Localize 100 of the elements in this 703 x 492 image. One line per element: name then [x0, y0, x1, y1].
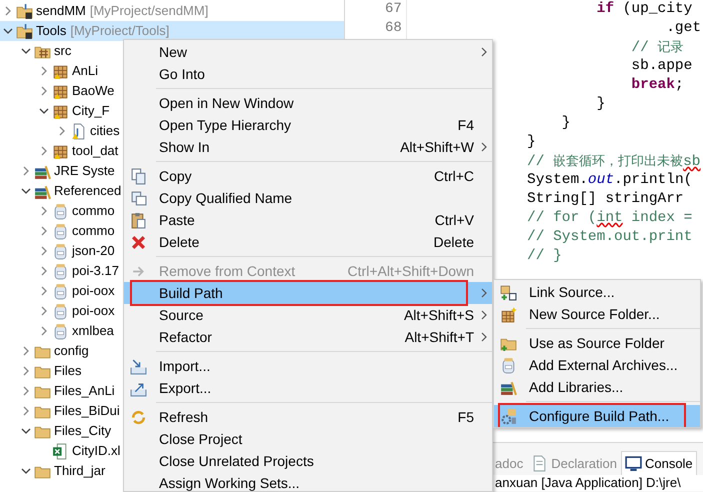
menu-item[interactable]: Import...	[124, 355, 492, 377]
shortcut-text: Ctrl+V	[434, 210, 474, 230]
tree-item[interactable]: src	[54, 41, 72, 61]
code-line: .get	[665, 20, 702, 36]
panel-tab[interactable]: Console	[620, 451, 697, 475]
line-number: 68	[385, 19, 402, 38]
menu-item: Remove from Context Ctrl+Alt+Shift+Down	[124, 260, 492, 282]
project-icon	[16, 2, 33, 20]
tree-item[interactable]: config	[54, 341, 89, 361]
tree-item[interactable]: commo	[72, 201, 115, 221]
delete-icon	[130, 234, 147, 250]
project-path: [MyProject/sendMM]	[90, 2, 208, 20]
menu-item[interactable]: Open Type Hierarchy F4	[124, 114, 492, 136]
monitor-icon	[624, 455, 642, 472]
menu-item[interactable]: Close Project	[124, 428, 492, 450]
console-output: anxuan [Java Application] D:\jre\	[495, 475, 681, 491]
menu-item[interactable]: Copy Qualified Name	[124, 187, 492, 209]
menu-item[interactable]: Source Alt+Shift+S	[124, 304, 492, 326]
tree-item[interactable]: Files_AnLi	[54, 381, 115, 401]
code-line: break;	[630, 77, 684, 93]
documents-icon	[130, 190, 147, 206]
tree-item[interactable]: Third_jar	[54, 461, 106, 481]
jar-icon	[52, 322, 69, 340]
tree-item[interactable]: xmlbea	[72, 321, 114, 341]
menu-item[interactable]: Assign Working Sets...	[124, 472, 492, 491]
tree-item[interactable]: poi-oox	[72, 281, 115, 301]
code-line: }	[560, 115, 571, 131]
tree-item[interactable]: Tools	[36, 21, 66, 41]
tree-item[interactable]: Referenced	[54, 181, 122, 201]
documents-icon	[130, 168, 147, 184]
menu-item[interactable]: Paste Ctrl+V	[124, 209, 492, 231]
project-icon	[16, 22, 33, 40]
tree-item[interactable]: commo	[72, 221, 115, 241]
menu-item[interactable]: Add External Archives...	[494, 354, 700, 376]
tree-item[interactable]: sendMM	[36, 1, 86, 21]
tree-item[interactable]: CityID.xl	[72, 441, 120, 461]
jar-icon	[52, 302, 69, 320]
tree-item[interactable]: json-20	[72, 241, 115, 261]
shortcut-text: Alt+Shift+T	[404, 328, 474, 346]
code-line: System.out.println(	[527, 172, 692, 188]
jar-icon	[500, 356, 517, 374]
package-icon	[500, 306, 517, 322]
tree-item[interactable]: tool_dat	[72, 141, 118, 161]
menu-item[interactable]: Use as Source Folder	[494, 332, 700, 354]
code-line: // System.out.print	[527, 229, 692, 245]
jar-icon	[52, 222, 69, 240]
code-line: // 记录	[630, 40, 684, 56]
code-line: }	[527, 134, 536, 150]
code-line: if (up_city	[596, 1, 692, 17]
refresh-icon	[130, 408, 147, 426]
menu-item[interactable]: Close Unrelated Projects	[124, 450, 492, 472]
menu-item[interactable]: New Source Folder...	[494, 303, 700, 325]
code-line: // 嵌套循环，打印出未被sb	[527, 154, 701, 170]
code-line: // }	[527, 248, 562, 264]
document-icon	[531, 455, 548, 472]
jar-icon	[52, 202, 69, 220]
menu-item[interactable]: Refresh F5	[124, 406, 492, 428]
code-line: }	[596, 96, 606, 112]
menu-item[interactable]: Delete Delete	[124, 231, 492, 253]
project-path: [MyProiect/Tools]	[70, 22, 170, 40]
tree-item[interactable]: poi-oox	[72, 301, 115, 321]
tree-item[interactable]: Files_City	[54, 421, 112, 441]
shortcut-text: Delete	[434, 232, 474, 252]
menu-item[interactable]: Refactor Alt+Shift+T	[124, 326, 492, 348]
line-number: 67	[385, 0, 402, 19]
clipboard-icon	[130, 212, 147, 228]
menu-item[interactable]: Copy Ctrl+C	[124, 165, 492, 187]
tree-item[interactable]: JRE Syste	[54, 161, 115, 181]
gear-icon	[500, 408, 517, 424]
shortcut-text: Ctrl+Alt+Shift+Down	[348, 262, 474, 280]
code-line: // for (int index =	[527, 210, 692, 226]
shortcut-text: Alt+Shift+S	[404, 306, 474, 324]
menu-item[interactable]: Go Into	[124, 63, 492, 85]
shortcut-text: Ctrl+C	[434, 166, 474, 186]
jar-icon	[52, 282, 69, 300]
menu-item[interactable]: Configure Build Path...	[494, 405, 700, 427]
file-icon	[70, 122, 87, 140]
jar-icon	[52, 242, 69, 260]
shortcut-text: F5	[458, 408, 474, 426]
jar-icon	[52, 262, 69, 280]
menu-item[interactable]: Build Path	[124, 282, 492, 304]
menu-item[interactable]: New	[124, 41, 492, 63]
shortcut-text: Alt+Shift+W	[400, 138, 474, 156]
tree-item[interactable]: poi-3.17	[72, 261, 119, 281]
menu-item[interactable]: Show In Alt+Shift+W	[124, 136, 492, 158]
tree-item[interactable]: BaoWe	[72, 81, 114, 101]
tree-item[interactable]: City_F	[72, 101, 110, 121]
menu-item[interactable]: Open in New Window	[124, 92, 492, 114]
import-icon	[130, 358, 147, 374]
tree-item[interactable]: AnLi	[72, 61, 98, 81]
spreadsheet-icon	[52, 442, 69, 460]
menu-item[interactable]: Add Libraries...	[494, 376, 700, 398]
menu-item[interactable]: Export...	[124, 377, 492, 399]
tree-item[interactable]: Files	[54, 361, 82, 381]
tree-item[interactable]: cities	[90, 121, 120, 141]
tree-item[interactable]: Files_BiDui	[54, 401, 120, 421]
menu-item[interactable]: Link Source...	[494, 281, 700, 303]
link-icon	[500, 284, 517, 300]
code-line: String[] stringArr	[527, 191, 684, 207]
shortcut-text: F4	[458, 116, 474, 134]
